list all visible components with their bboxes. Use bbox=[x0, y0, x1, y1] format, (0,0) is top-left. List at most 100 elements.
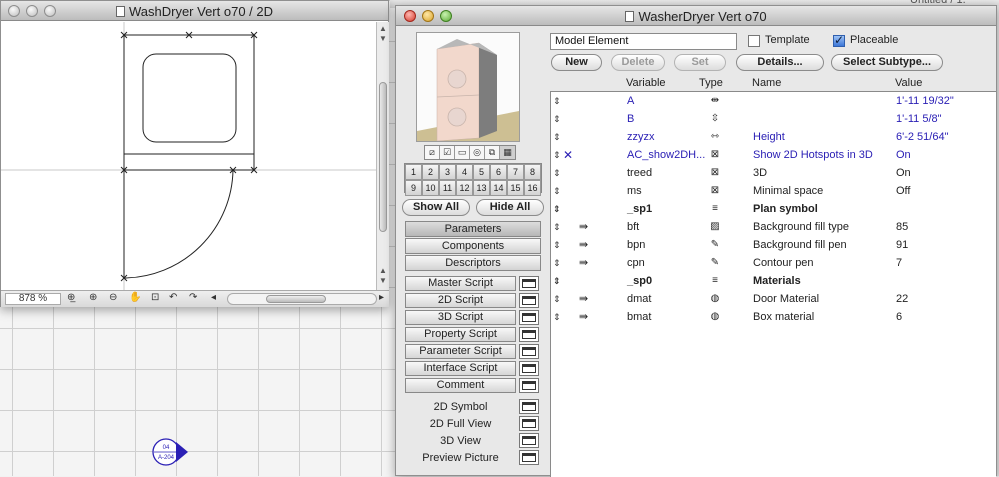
parameter-name[interactable]: 3D bbox=[753, 164, 767, 182]
parameter-value[interactable]: On bbox=[896, 164, 911, 182]
scroll-up-icon[interactable]: ▲ bbox=[379, 266, 387, 275]
master-script-button[interactable]: Master Script bbox=[405, 276, 516, 291]
zoom-level-field[interactable]: 878 % bbox=[5, 293, 61, 305]
comment-button[interactable]: Comment bbox=[405, 378, 516, 393]
parameter-name[interactable]: Plan symbol bbox=[753, 200, 818, 218]
column-variable[interactable]: Variable bbox=[626, 77, 666, 89]
set-button[interactable]: Set bbox=[674, 54, 726, 71]
column-name[interactable]: Name bbox=[752, 77, 781, 89]
number-button[interactable]: 5 bbox=[473, 164, 490, 180]
2d-script-button[interactable]: 2D Script bbox=[405, 293, 516, 308]
child-indent-icon[interactable]: ⇛ bbox=[579, 308, 588, 326]
subtype-name-field[interactable]: Model Element bbox=[550, 33, 737, 50]
number-button[interactable]: 13 bbox=[473, 180, 490, 196]
pan-hand-icon[interactable]: ✋ bbox=[129, 292, 141, 303]
reorder-handle-icon[interactable]: ⇕ bbox=[553, 236, 561, 254]
parameter-name[interactable]: Door Material bbox=[753, 290, 819, 308]
reorder-handle-icon[interactable]: ⇕ bbox=[553, 92, 561, 110]
reorder-handle-icon[interactable]: ⇕ bbox=[553, 128, 561, 146]
parameter-type-icon[interactable]: ⊠ bbox=[705, 164, 725, 182]
3d-view-window-icon[interactable] bbox=[519, 433, 539, 448]
view-film-icon[interactable]: ▦ bbox=[500, 146, 515, 159]
parameter-name[interactable]: Height bbox=[753, 128, 785, 146]
parameter-value[interactable]: On bbox=[896, 146, 911, 164]
parameter-name[interactable]: Materials bbox=[753, 272, 801, 290]
master-script-window-icon[interactable] bbox=[519, 276, 539, 291]
zoom-fit-icon[interactable]: ⊕̲ bbox=[67, 292, 75, 303]
delete-button[interactable]: Delete bbox=[611, 54, 665, 71]
3d-script-window-icon[interactable] bbox=[519, 310, 539, 325]
parameter-variable[interactable]: treed bbox=[627, 164, 652, 182]
number-button[interactable]: 9 bbox=[405, 180, 422, 196]
2d-symbol-window-icon[interactable] bbox=[519, 399, 539, 414]
parameter-value[interactable]: 6 bbox=[896, 308, 902, 326]
parameter-type-icon[interactable]: ◍ bbox=[705, 290, 725, 308]
parameter-row[interactable]: ⇕ _sp1 ≡ Plan symbol bbox=[551, 200, 995, 218]
scroll-up-icon[interactable]: ▲ bbox=[379, 24, 387, 33]
parameter-value[interactable]: Off bbox=[896, 182, 910, 200]
previous-view-icon[interactable]: ↶ bbox=[169, 292, 177, 303]
property-script-window-icon[interactable] bbox=[519, 327, 539, 342]
parameter-name[interactable]: Box material bbox=[753, 308, 814, 326]
parameter-row[interactable]: ⇕ ⇛ cpn ✎ Contour pen 7 bbox=[551, 254, 995, 272]
parameter-variable[interactable]: B bbox=[627, 110, 634, 128]
parameter-variable[interactable]: zzyzx bbox=[627, 128, 655, 146]
parameter-value[interactable]: 22 bbox=[896, 290, 908, 308]
parameter-variable[interactable]: bmat bbox=[627, 308, 651, 326]
parameter-variable[interactable]: cpn bbox=[627, 254, 645, 272]
parameter-variable[interactable]: _sp1 bbox=[627, 200, 652, 218]
horizontal-scrollbar[interactable] bbox=[227, 293, 377, 305]
show-all-button[interactable]: Show All bbox=[402, 199, 470, 216]
parameter-variable[interactable]: A bbox=[627, 92, 634, 110]
number-button[interactable]: 2 bbox=[422, 164, 439, 180]
parameter-type-icon[interactable]: ◍ bbox=[705, 308, 725, 326]
select-subtype-button[interactable]: Select Subtype... bbox=[831, 54, 943, 71]
parameter-row[interactable]: ⇕ ⇛ bpn ✎ Background fill pen 91 bbox=[551, 236, 995, 254]
child-indent-icon[interactable]: ⇛ bbox=[579, 290, 588, 308]
property-script-button[interactable]: Property Script bbox=[405, 327, 516, 342]
zoom-in-icon[interactable]: ⊕ bbox=[89, 292, 97, 303]
number-button[interactable]: 16 bbox=[524, 180, 541, 196]
parameter-type-icon[interactable]: ▨ bbox=[705, 218, 725, 236]
number-button[interactable]: 7 bbox=[507, 164, 524, 180]
reorder-handle-icon[interactable]: ⇕ bbox=[553, 182, 561, 200]
parameter-type-icon[interactable]: ⊠ bbox=[705, 182, 725, 200]
parameter-variable[interactable]: ms bbox=[627, 182, 642, 200]
parameter-variable[interactable]: bft bbox=[627, 218, 639, 236]
2d-script-window-icon[interactable] bbox=[519, 293, 539, 308]
view-sphere-icon[interactable]: ◎ bbox=[470, 146, 485, 159]
number-button[interactable]: 8 bbox=[524, 164, 541, 180]
view-cube-icon[interactable]: ⧉ bbox=[485, 146, 500, 159]
number-button[interactable]: 14 bbox=[490, 180, 507, 196]
parameter-variable[interactable]: bpn bbox=[627, 236, 645, 254]
details-button[interactable]: Details... bbox=[736, 54, 824, 71]
template-checkbox[interactable] bbox=[748, 35, 760, 47]
parameter-variable[interactable]: _sp0 bbox=[627, 272, 652, 290]
child-indent-icon[interactable]: ⇛ bbox=[579, 218, 588, 236]
parameter-name[interactable]: Contour pen bbox=[753, 254, 814, 272]
parameter-type-icon[interactable]: ✎ bbox=[705, 236, 725, 254]
view-monitor-icon[interactable]: ▭ bbox=[455, 146, 470, 159]
preview-picture-window-icon[interactable] bbox=[519, 450, 539, 465]
number-button[interactable]: 12 bbox=[456, 180, 473, 196]
scroll-left-icon[interactable]: ◂ bbox=[211, 292, 216, 303]
parameter-name[interactable]: Show 2D Hotspots in 3D bbox=[753, 146, 873, 164]
scroll-down-icon[interactable]: ▼ bbox=[379, 276, 387, 285]
main-titlebar[interactable]: WasherDryer Vert o70 bbox=[396, 6, 996, 26]
reorder-handle-icon[interactable]: ⇕ bbox=[553, 200, 561, 218]
parameter-row[interactable]: ⇕ treed ⊠ 3D On bbox=[551, 164, 995, 182]
reorder-handle-icon[interactable]: ⇕ bbox=[553, 308, 561, 326]
parameter-variable[interactable]: AC_show2DH... bbox=[627, 146, 705, 164]
interface-script-window-icon[interactable] bbox=[519, 361, 539, 376]
parameter-row[interactable]: ⇕ _sp0 ≡ Materials bbox=[551, 272, 995, 290]
parameter-value[interactable]: 85 bbox=[896, 218, 908, 236]
vertical-scrollbar[interactable]: ▲ ▼ ▲ ▼ bbox=[376, 22, 389, 290]
parameter-row[interactable]: ⇕ A ⇹ 1'-11 19/32" bbox=[551, 92, 995, 110]
placeable-checkbox[interactable] bbox=[833, 33, 845, 47]
reorder-handle-icon[interactable]: ⇕ bbox=[553, 164, 561, 182]
parameter-name[interactable]: Minimal space bbox=[753, 182, 823, 200]
tab-components[interactable]: Components bbox=[405, 238, 541, 254]
parameter-row[interactable]: ⇕ ⇛ dmat ◍ Door Material 22 bbox=[551, 290, 995, 308]
scroll-right-icon[interactable]: ▸ bbox=[379, 292, 384, 303]
parameter-row[interactable]: ⇕ ⇛ bmat ◍ Box material 6 bbox=[551, 308, 995, 326]
